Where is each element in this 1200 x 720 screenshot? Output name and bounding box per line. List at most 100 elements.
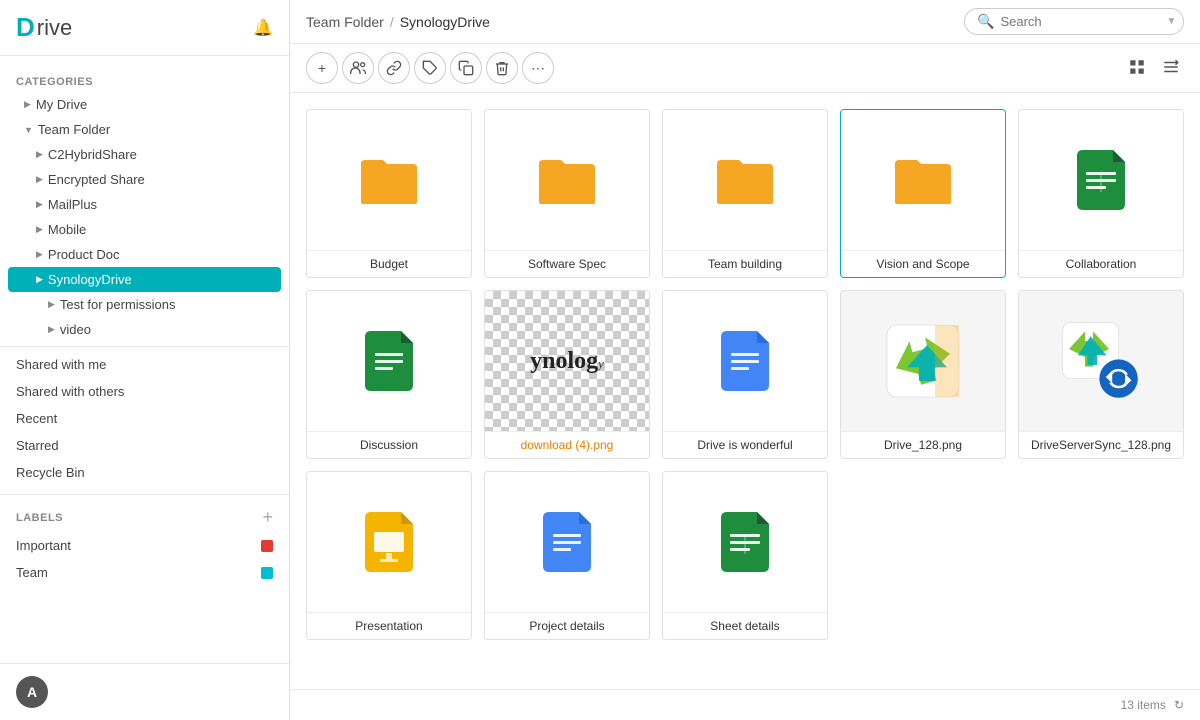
copy-button[interactable] [450, 52, 482, 84]
notification-bell-icon[interactable]: 🔔 [253, 18, 273, 38]
folder-icon [535, 148, 599, 212]
sidebar-item-product-doc[interactable]: ▶ Product Doc [0, 242, 289, 267]
mobile-label: Mobile [48, 222, 86, 237]
add-label-button[interactable]: + [262, 507, 273, 528]
breadcrumb-separator: / [390, 14, 394, 30]
chevron-right-icon: ▶ [36, 274, 43, 285]
item-count: 13 items [1121, 698, 1166, 712]
folder-icon [713, 148, 777, 212]
synology-drive-label: SynologyDrive [48, 272, 132, 287]
file-thumb-team-building [663, 110, 827, 250]
sidebar: D rive 🔔 CATEGORIES ▶ My Drive ▼ Team Fo… [0, 0, 290, 720]
sidebar-item-mailplus[interactable]: ▶ MailPlus [0, 192, 289, 217]
sidebar-item-test-permissions[interactable]: ▶ Test for permissions [0, 292, 289, 317]
file-name-collaboration: Collaboration [1019, 250, 1183, 277]
label-item-important[interactable]: Important [0, 532, 289, 559]
file-grid: Budget Software Spec Team building [306, 109, 1184, 640]
avatar[interactable]: A [16, 676, 48, 708]
sidebar-item-starred[interactable]: Starred [0, 432, 289, 459]
chevron-right-icon: ▶ [24, 99, 31, 110]
sidebar-item-c2hybrid[interactable]: ▶ C2HybridShare [0, 142, 289, 167]
file-card-presentation[interactable]: Presentation [306, 471, 472, 640]
label-important-dot [261, 540, 273, 552]
file-thumb-presentation [307, 472, 471, 612]
refresh-button[interactable]: ↻ [1174, 698, 1184, 712]
user-avatar-section: A [0, 663, 289, 720]
file-card-drive-128[interactable]: Drive_128.png [840, 290, 1006, 459]
breadcrumb-current: SynologyDrive [400, 14, 490, 30]
file-card-collaboration[interactable]: Collaboration [1018, 109, 1184, 278]
logo-rest: rive [37, 15, 72, 41]
file-card-vision-scope[interactable]: Vision and Scope [840, 109, 1006, 278]
file-thumb-project-details [485, 472, 649, 612]
sidebar-item-encrypted[interactable]: ▶ Encrypted Share [0, 167, 289, 192]
sidebar-item-shared-with-others[interactable]: Shared with others [0, 378, 289, 405]
video-label: video [60, 322, 91, 337]
sidebar-item-my-drive[interactable]: ▶ My Drive [0, 92, 289, 117]
chevron-down-icon: ▼ [24, 125, 33, 135]
c2hybrid-label: C2HybridShare [48, 147, 137, 162]
chevron-right-icon: ▶ [36, 199, 43, 210]
label-important-name: Important [16, 538, 71, 553]
chevron-right-icon: ▶ [36, 249, 43, 260]
file-card-download-png[interactable]: ynology download (4).png [484, 290, 650, 459]
mailplus-label: MailPlus [48, 197, 97, 212]
file-name-project-details: Project details [485, 612, 649, 639]
my-drive-label: My Drive [36, 97, 87, 112]
sidebar-item-team-folder[interactable]: ▼ Team Folder [0, 117, 289, 142]
file-card-project-details[interactable]: Project details [484, 471, 650, 640]
grid-view-button[interactable] [1124, 54, 1150, 83]
file-card-discussion[interactable]: Discussion [306, 290, 472, 459]
chevron-right-icon: ▶ [36, 224, 43, 235]
file-card-drive-wonderful[interactable]: Drive is wonderful [662, 290, 828, 459]
search-input[interactable] [1000, 14, 1160, 29]
link-button[interactable] [378, 52, 410, 84]
categories-label: CATEGORIES [0, 68, 289, 92]
breadcrumb-parent[interactable]: Team Folder [306, 14, 384, 30]
file-thumb-vision-scope [841, 110, 1005, 250]
file-name-presentation: Presentation [307, 612, 471, 639]
file-card-budget[interactable]: Budget [306, 109, 472, 278]
file-thumb-drive-wonderful [663, 291, 827, 431]
gdoc-blue-icon [721, 331, 769, 391]
file-card-team-building[interactable]: Team building [662, 109, 828, 278]
chevron-right-icon: ▶ [48, 299, 55, 310]
file-card-software-spec[interactable]: Software Spec [484, 109, 650, 278]
file-thumb-discussion [307, 291, 471, 431]
delete-button[interactable] [486, 52, 518, 84]
folder-icon [891, 148, 955, 212]
sidebar-item-shared-with-me[interactable]: Shared with me [0, 351, 289, 378]
sidebar-nav: CATEGORIES ▶ My Drive ▼ Team Folder ▶ C2… [0, 56, 289, 663]
sidebar-item-synology-drive[interactable]: ▶ SynologyDrive [8, 267, 281, 292]
add-button[interactable]: + [306, 52, 338, 84]
logo-d-letter: D [16, 12, 35, 43]
more-button[interactable]: ⋯ [522, 52, 554, 84]
chevron-right-icon: ▶ [36, 174, 43, 185]
sidebar-item-recycle-bin[interactable]: Recycle Bin [0, 459, 289, 486]
file-card-sheet-details[interactable]: Sheet details [662, 471, 828, 640]
file-thumb-drive-server-sync [1019, 291, 1183, 431]
file-name-discussion: Discussion [307, 431, 471, 458]
main-content: Team Folder / SynologyDrive 🔍 ▼ + ⋯ [290, 0, 1200, 720]
file-thumb-drive-128 [841, 291, 1005, 431]
label-item-team[interactable]: Team [0, 559, 289, 586]
file-name-team-building: Team building [663, 250, 827, 277]
test-permissions-label: Test for permissions [60, 297, 176, 312]
file-name-drive-server-sync: DriveServerSync_128.png [1019, 431, 1183, 458]
app-logo: D rive [16, 12, 72, 43]
search-dropdown-icon[interactable]: ▼ [1166, 16, 1176, 27]
main-header: Team Folder / SynologyDrive 🔍 ▼ [290, 0, 1200, 44]
drive-sync-icon [1061, 321, 1141, 401]
file-name-vision-scope: Vision and Scope [841, 250, 1005, 277]
sidebar-item-video[interactable]: ▶ video [0, 317, 289, 342]
sidebar-item-mobile[interactable]: ▶ Mobile [0, 217, 289, 242]
folder-icon [357, 148, 421, 212]
status-bar: 13 items ↻ [290, 689, 1200, 720]
file-name-budget: Budget [307, 250, 471, 277]
tag-button[interactable] [414, 52, 446, 84]
share-users-button[interactable] [342, 52, 374, 84]
file-card-drive-server-sync[interactable]: DriveServerSync_128.png [1018, 290, 1184, 459]
file-thumb-budget [307, 110, 471, 250]
list-view-button[interactable] [1158, 54, 1184, 83]
sidebar-item-recent[interactable]: Recent [0, 405, 289, 432]
